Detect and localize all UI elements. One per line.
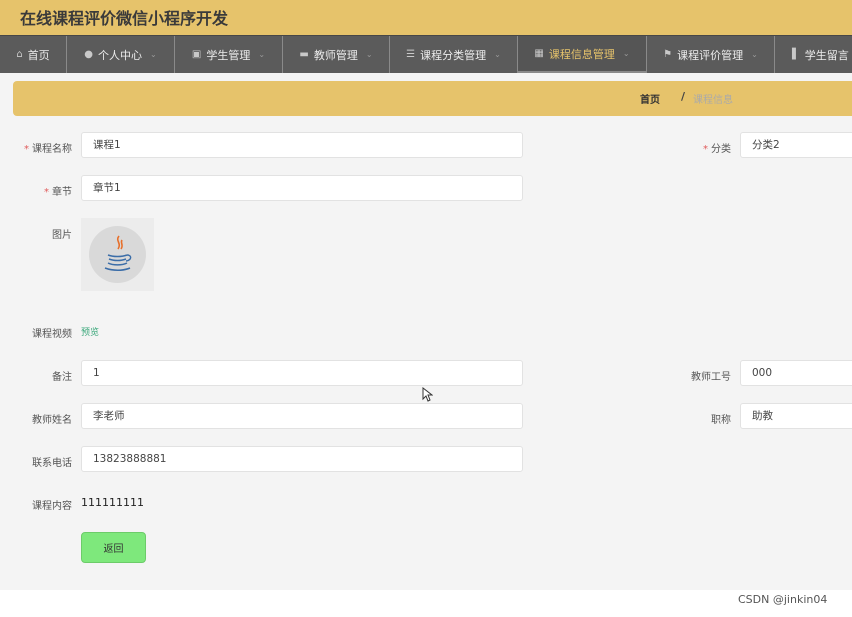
course-name-label-text: 课程名称 xyxy=(32,144,72,155)
mouse-cursor-icon xyxy=(422,387,433,402)
chapter-label-text: 章节 xyxy=(52,187,72,198)
breadcrumb-separator: / xyxy=(681,90,686,103)
chart-icon: ▌ xyxy=(792,48,800,60)
chapter-field[interactable]: 章节1 xyxy=(81,175,523,201)
teacher-name-field[interactable]: 李老师 xyxy=(81,403,523,429)
chevron-down-icon: ⌄ xyxy=(751,50,758,59)
clipboard-icon: ▣ xyxy=(191,48,202,60)
nav-item-teachers[interactable]: ▬ 教师管理 ⌄ xyxy=(283,36,390,73)
required-marker: * xyxy=(44,187,49,198)
watermark: CSDN @jinkin04 xyxy=(738,593,828,606)
chapter-label: * 章节 xyxy=(44,183,72,198)
course-video-label: 课程视频 xyxy=(32,329,72,340)
nav-item-label: 课程评价管理 xyxy=(677,48,744,62)
course-name-field[interactable]: 课程1 xyxy=(81,132,523,158)
category-label-text: 分类 xyxy=(711,144,731,155)
job-title-field[interactable]: 助教 xyxy=(740,403,852,429)
page: 在线课程评价微信小程序开发 ⌂ 首页 ● 个人中心 ⌄ ▣ 学生管理 ⌄ ▬ 教… xyxy=(0,0,852,590)
chevron-down-icon: ⌄ xyxy=(622,49,630,58)
phone-field[interactable]: 13823888881 xyxy=(81,446,523,472)
back-button[interactable]: 返回 xyxy=(81,532,146,563)
remark-label: 备注 xyxy=(52,372,72,383)
grid-icon: ▦ xyxy=(534,47,544,59)
required-marker: * xyxy=(24,144,29,155)
java-logo-icon xyxy=(89,226,146,283)
list-icon: ☰ xyxy=(406,48,416,60)
nav-item-students[interactable]: ▣ 学生管理 ⌄ xyxy=(175,36,283,73)
chevron-down-icon: ⌄ xyxy=(150,50,157,59)
course-content-value: 111111111 xyxy=(81,496,144,509)
nav-item-label: 学生留言 xyxy=(804,48,849,62)
image-label: 图片 xyxy=(52,230,72,241)
course-image[interactable] xyxy=(81,218,154,291)
top-header: 在线课程评价微信小程序开发 xyxy=(0,0,852,35)
job-title-label: 职称 xyxy=(711,415,731,426)
teacher-id-label: 教师工号 xyxy=(691,372,731,383)
nav-item-label: 首页 xyxy=(27,48,50,62)
course-name-label: * 课程名称 xyxy=(24,140,72,155)
nav-item-label: 课程分类管理 xyxy=(420,48,487,62)
breadcrumb-current: 课程信息 xyxy=(693,95,733,106)
nav-item-course-info[interactable]: ▦ 课程信息管理 ⌄ xyxy=(518,36,647,73)
teacher-name-label: 教师姓名 xyxy=(32,415,72,426)
category-label: * 分类 xyxy=(703,140,731,155)
breadcrumb-home-link[interactable]: 首页 xyxy=(640,91,660,106)
chevron-down-icon: ⌄ xyxy=(258,50,266,59)
breadcrumb: 首页 / 课程信息 xyxy=(13,81,852,116)
chevron-down-icon: ⌄ xyxy=(365,50,373,59)
user-icon: ● xyxy=(84,48,94,60)
course-content-label: 课程内容 xyxy=(32,501,72,512)
nav-item-home[interactable]: ⌂ 首页 xyxy=(0,36,67,73)
home-icon: ⌂ xyxy=(16,48,23,60)
phone-label: 联系电话 xyxy=(32,458,72,469)
nav-item-label: 课程信息管理 xyxy=(548,47,615,61)
remark-field[interactable]: 1 xyxy=(81,360,523,386)
nav-item-label: 学生管理 xyxy=(206,48,251,62)
chevron-down-icon: ⌄ xyxy=(494,50,501,59)
nav-item-course-reviews[interactable]: ⚑ 课程评价管理 ⌄ xyxy=(647,36,775,73)
nav-item-messages[interactable]: ▌ 学生留言 xyxy=(775,36,852,73)
flag-icon: ⚑ xyxy=(663,48,673,60)
nav-item-profile[interactable]: ● 个人中心 ⌄ xyxy=(67,36,175,73)
monitor-icon: ▬ xyxy=(299,48,309,60)
nav-item-course-categories[interactable]: ☰ 课程分类管理 ⌄ xyxy=(390,36,518,73)
main-nav: ⌂ 首页 ● 个人中心 ⌄ ▣ 学生管理 ⌄ ▬ 教师管理 ⌄ ☰ 课程分类管理… xyxy=(0,35,852,73)
required-marker: * xyxy=(703,144,708,155)
category-field[interactable]: 分类2 xyxy=(740,132,852,158)
app-title: 在线课程评价微信小程序开发 xyxy=(20,9,229,28)
nav-item-label: 教师管理 xyxy=(313,48,358,62)
teacher-id-field[interactable]: 000 xyxy=(740,360,852,386)
nav-item-label: 个人中心 xyxy=(98,48,143,62)
video-preview-link[interactable]: 预览 xyxy=(81,325,99,338)
